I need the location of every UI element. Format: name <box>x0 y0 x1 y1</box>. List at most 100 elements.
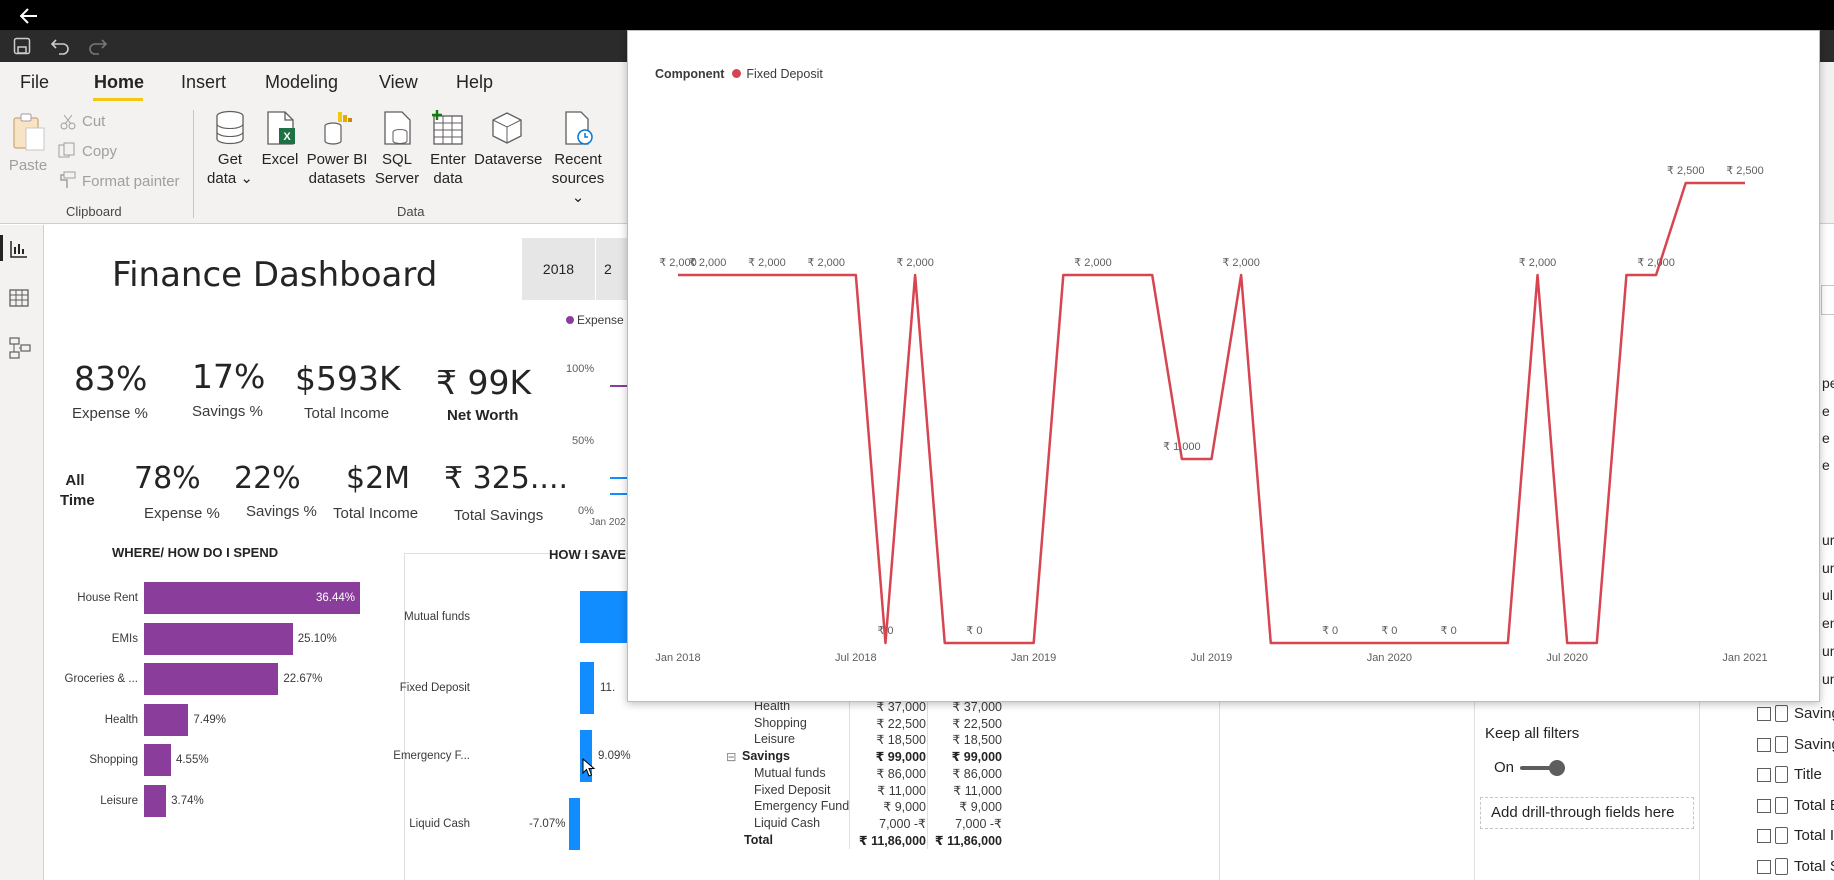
data-point[interactable] <box>1327 640 1333 646</box>
keep-all-filters-label: Keep all filters <box>1485 725 1580 742</box>
data-point[interactable] <box>1653 272 1659 278</box>
year-slicer-2018[interactable]: 2018 <box>522 238 596 300</box>
data-point[interactable] <box>1505 640 1511 646</box>
kpi-total-income: $593K <box>295 359 401 398</box>
menu-home[interactable]: Home <box>94 72 144 93</box>
data-point[interactable] <box>1209 456 1215 462</box>
dataverse-button[interactable]: Dataverse <box>474 110 542 169</box>
data-point[interactable] <box>1179 456 1185 462</box>
data-point[interactable] <box>1268 640 1274 646</box>
enter-data-button[interactable]: Enter data <box>426 110 470 188</box>
bg-chart-legend-label: Expense <box>577 313 624 327</box>
spend-chart-title: WHERE/ HOW DO I SPEND <box>112 545 279 560</box>
paste-label: Paste <box>8 157 48 174</box>
field-name[interactable]: Total In <box>1794 827 1834 844</box>
data-point[interactable] <box>1297 640 1303 646</box>
field-checkbox[interactable] <box>1757 768 1771 782</box>
data-point[interactable] <box>794 272 800 278</box>
data-view-icon[interactable] <box>9 288 29 308</box>
title-bar <box>0 0 1834 30</box>
field-name[interactable]: Saving <box>1794 736 1834 753</box>
menu-help[interactable]: Help <box>456 72 493 93</box>
data-point[interactable] <box>1623 272 1629 278</box>
save-bar[interactable] <box>569 798 580 850</box>
save-icon[interactable] <box>13 37 31 55</box>
data-point[interactable] <box>1712 180 1718 186</box>
field-name[interactable]: Title <box>1794 766 1822 783</box>
data-label: ₹ 2,000 <box>1222 257 1260 269</box>
back-arrow-icon[interactable] <box>20 8 38 24</box>
field-checkbox[interactable] <box>1757 737 1771 752</box>
data-point[interactable] <box>1238 272 1244 278</box>
undo-icon[interactable] <box>50 37 70 55</box>
data-point[interactable] <box>971 640 977 646</box>
data-point[interactable] <box>853 272 859 278</box>
cut-button[interactable]: Cut <box>82 113 105 130</box>
data-point[interactable] <box>764 272 770 278</box>
data-point[interactable] <box>942 640 948 646</box>
data-point[interactable] <box>734 272 740 278</box>
field-checkbox[interactable] <box>1757 707 1771 721</box>
data-point[interactable] <box>675 272 681 278</box>
spend-bar[interactable] <box>144 703 189 736</box>
menu-file[interactable]: File <box>20 72 49 93</box>
spend-bar[interactable] <box>144 744 171 777</box>
data-point[interactable] <box>1031 640 1037 646</box>
data-point[interactable] <box>1564 640 1570 646</box>
data-point[interactable] <box>1149 272 1155 278</box>
recent-sources-button[interactable]: Recent sources ⌄ <box>546 110 610 207</box>
data-point[interactable] <box>1594 640 1600 646</box>
kpi-total-income-label: Total Income <box>304 405 390 422</box>
x-axis-tick-label: Jan 2021 <box>1722 652 1767 664</box>
field-name[interactable]: Total E <box>1794 797 1834 814</box>
data-point[interactable] <box>882 640 888 646</box>
field-checkbox[interactable] <box>1757 829 1771 843</box>
data-point[interactable] <box>1535 272 1541 278</box>
data-point[interactable] <box>1120 272 1126 278</box>
menu-view[interactable]: View <box>379 72 418 93</box>
power-bi-datasets-button[interactable]: Power BI datasets <box>304 110 370 188</box>
sql-server-button[interactable]: SQL Server <box>372 110 422 188</box>
field-checkbox[interactable] <box>1757 859 1771 874</box>
menu-modeling[interactable]: Modeling <box>265 72 338 93</box>
data-point[interactable] <box>705 272 711 278</box>
matrix-cell: ₹ 11,86,000 <box>934 833 1002 848</box>
spend-bar[interactable] <box>144 785 167 817</box>
field-checkbox[interactable] <box>1757 798 1771 813</box>
sql-server-label-1: SQL <box>381 151 412 168</box>
toggle-knob[interactable] <box>1549 760 1565 776</box>
field-name[interactable]: Saving <box>1794 705 1834 722</box>
data-point[interactable] <box>1060 272 1066 278</box>
data-point[interactable] <box>1416 640 1422 646</box>
paste-button[interactable]: Paste <box>8 112 48 174</box>
excel-button[interactable]: X Excel <box>260 110 300 169</box>
data-point[interactable] <box>1475 640 1481 646</box>
data-point[interactable] <box>1683 180 1689 186</box>
data-point[interactable] <box>1446 640 1452 646</box>
redo-icon[interactable] <box>88 37 108 55</box>
data-point[interactable] <box>1386 640 1392 646</box>
alltime-expense-pct: 78% <box>134 461 201 496</box>
kpi-expense-pct: 83% <box>74 359 148 398</box>
series-line-fixed-deposit[interactable] <box>678 181 1745 645</box>
spend-bar[interactable] <box>144 663 279 696</box>
data-point[interactable] <box>912 272 918 278</box>
menu-insert[interactable]: Insert <box>181 72 226 93</box>
report-view-icon[interactable] <box>9 239 29 259</box>
get-data-button[interactable]: Get data ⌄ <box>205 110 255 188</box>
data-point[interactable] <box>1001 640 1007 646</box>
collapse-toggle-icon[interactable]: ⊟ <box>726 749 736 764</box>
field-name[interactable]: Total S <box>1794 858 1834 875</box>
data-point[interactable] <box>1357 640 1363 646</box>
spend-bar[interactable] <box>144 622 293 655</box>
data-point[interactable] <box>823 272 829 278</box>
save-value-label: 11. <box>600 682 616 694</box>
drill-through-drop-zone[interactable]: Add drill-through fields here <box>1480 797 1694 829</box>
calculator-icon <box>1775 796 1788 814</box>
data-point[interactable] <box>1090 272 1096 278</box>
data-point[interactable] <box>1742 180 1748 186</box>
save-bar[interactable] <box>580 662 594 714</box>
model-view-icon[interactable] <box>9 337 31 359</box>
copy-button[interactable]: Copy <box>82 143 117 160</box>
format-painter-button[interactable]: Format painter <box>82 173 180 190</box>
